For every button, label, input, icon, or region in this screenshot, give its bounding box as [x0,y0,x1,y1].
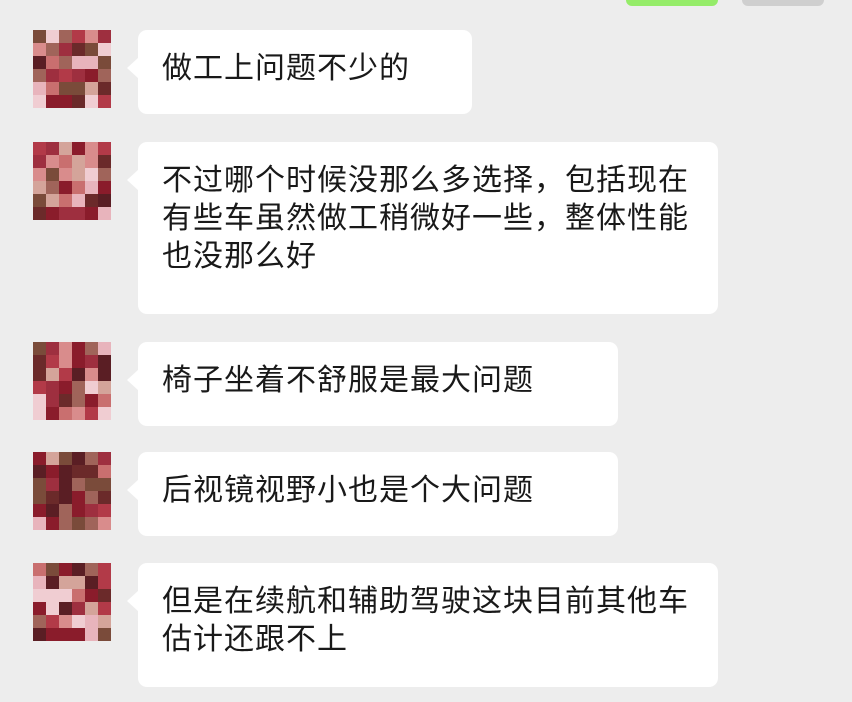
avatar[interactable] [33,342,111,420]
sent-image-partial[interactable] [742,0,824,6]
message-bubble[interactable]: 椅子坐着不舒服是最大问题 [127,342,618,426]
message-bubble[interactable]: 做工上问题不少的 [127,30,472,114]
avatar[interactable] [33,452,111,530]
avatar[interactable] [33,563,111,641]
message-bubble[interactable]: 但是在续航和辅助驾驶这块目前其他车估计还跟不上 [127,563,718,687]
sent-message-bubble-partial[interactable] [626,0,718,6]
message-bubble[interactable]: 后视镜视野小也是个大问题 [127,452,618,536]
message-bubble[interactable]: 不过哪个时候没那么多选择，包括现在有些车虽然做工稍微好一些，整体性能也没那么好 [127,142,718,314]
avatar[interactable] [33,30,111,108]
avatar[interactable] [33,142,111,220]
